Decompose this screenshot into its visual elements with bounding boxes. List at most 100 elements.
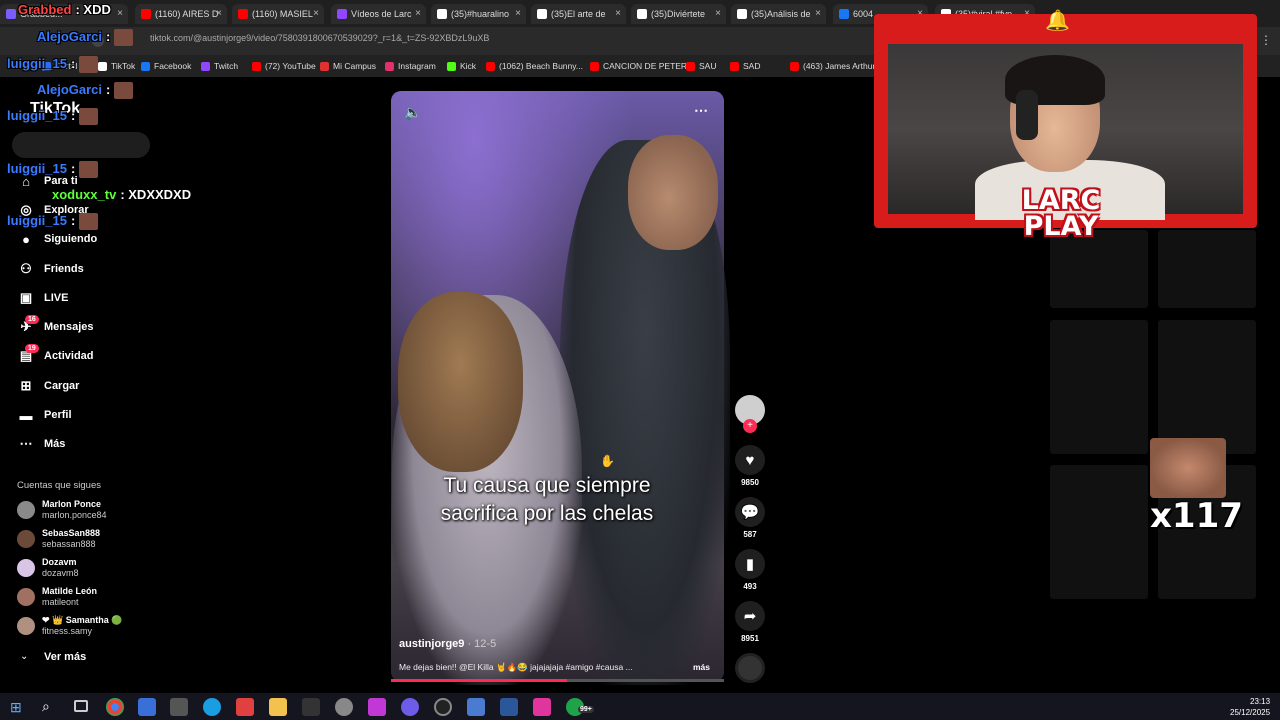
windows-start-icon[interactable]: ⊞: [10, 699, 22, 716]
author-name[interactable]: austinjorge9: [399, 638, 464, 650]
see-more-link[interactable]: Ver más: [44, 651, 86, 663]
sidebar-item-actividad[interactable]: ▤ Actividad 19: [18, 344, 94, 364]
tab-close-icon[interactable]: ×: [715, 8, 721, 19]
avatar[interactable]: [17, 530, 35, 548]
like-action[interactable]: ♥ 9850: [735, 445, 765, 487]
tab-close-icon[interactable]: ×: [815, 8, 821, 19]
bookmark-item[interactable]: SAU: [686, 61, 716, 71]
bookmark-item[interactable]: SAD: [730, 61, 760, 71]
system-clock[interactable]: 23:13 25/12/2025: [1230, 696, 1270, 718]
url-text[interactable]: tiktok.com/@austinjorge9/video/758039180…: [150, 33, 489, 43]
store-icon[interactable]: [138, 698, 156, 716]
chat-username: luiggii_15: [7, 108, 67, 123]
app-icon[interactable]: [335, 698, 353, 716]
word-icon[interactable]: [500, 698, 518, 716]
bookmark-item[interactable]: TikTok: [98, 61, 135, 71]
video-options-icon[interactable]: ⋯: [694, 102, 708, 119]
bookmark-label: Instagram: [398, 61, 436, 71]
app-icon[interactable]: [170, 698, 188, 716]
heart-icon[interactable]: ♥: [735, 445, 765, 475]
bookmark-item[interactable]: Facebook: [141, 61, 191, 71]
task-view-icon[interactable]: [74, 700, 88, 712]
sidebar-item-cargar[interactable]: ⊞ Cargar: [18, 378, 80, 394]
bookmark-item[interactable]: (72) YouTube: [252, 61, 316, 71]
browser-tab[interactable]: (35)Análisis de ×: [731, 4, 826, 24]
following-account[interactable]: SebasSan888 sebassan888: [17, 528, 100, 550]
browser-tab[interactable]: Vídeos de Larc ×: [331, 4, 426, 24]
tab-close-icon[interactable]: ×: [216, 8, 222, 19]
bookmark-item[interactable]: Twitch: [201, 61, 238, 71]
edge-icon[interactable]: [203, 698, 221, 716]
search-icon[interactable]: ⌕: [42, 698, 50, 715]
file-explorer-icon[interactable]: [269, 698, 287, 716]
share-action[interactable]: ➦ 8951: [735, 601, 765, 643]
tab-close-icon[interactable]: ×: [117, 8, 123, 19]
video-thumbnail[interactable]: [1050, 320, 1148, 454]
bookmark-item[interactable]: Mi Campus: [320, 61, 376, 71]
search-input[interactable]: [12, 132, 150, 158]
avatar[interactable]: [17, 617, 35, 635]
chat-emote-icon: [79, 161, 99, 179]
bookmark-favicon-icon: [201, 61, 210, 71]
share-icon[interactable]: ➦: [735, 601, 765, 631]
video-thumbnail[interactable]: [1050, 465, 1148, 599]
follow-plus-icon[interactable]: +: [743, 419, 757, 433]
following-account[interactable]: ❤ 👑 Samantha 🟢 fitness.samy: [17, 615, 122, 637]
following-account[interactable]: Marlon Ponce marlon.ponce84: [17, 499, 107, 521]
comment-icon[interactable]: 💬: [735, 497, 765, 527]
app-icon[interactable]: [368, 698, 386, 716]
music-disc-icon[interactable]: [735, 653, 765, 683]
avatar[interactable]: [17, 501, 35, 519]
chrome-icon[interactable]: [106, 698, 124, 716]
sidebar-item-mensajes[interactable]: ✈ Mensajes 16: [18, 315, 94, 335]
comment-action[interactable]: 💬 587: [735, 497, 765, 539]
tab-favicon-icon: [537, 9, 547, 19]
volume-icon[interactable]: 🔈: [404, 104, 421, 121]
bookmark-label: SAU: [699, 61, 717, 71]
like-count: 9850: [741, 478, 759, 487]
app-icon[interactable]: [533, 698, 551, 716]
browser-tab[interactable]: (1160) AIRES D ×: [135, 4, 227, 24]
chevron-down-icon[interactable]: ⌄: [20, 651, 28, 662]
app-icon[interactable]: [236, 698, 254, 716]
sidebar-item-perfil[interactable]: ▬ Perfil: [18, 407, 72, 423]
app-icon[interactable]: [302, 698, 320, 716]
sidebar-item-live[interactable]: ▣ LIVE: [18, 290, 69, 306]
bookmark-item[interactable]: CANCION DE PETER: [590, 61, 687, 71]
browser-tab[interactable]: (1160) MASIEL ×: [232, 4, 324, 24]
following-account[interactable]: Matilde León matileont: [17, 586, 97, 608]
avatar[interactable]: [17, 559, 35, 577]
avatar[interactable]: [17, 588, 35, 606]
bookmark-item[interactable]: Kick: [447, 61, 476, 71]
tab-close-icon[interactable]: ×: [515, 8, 521, 19]
tab-close-icon[interactable]: ×: [415, 8, 421, 19]
bookmark-icon[interactable]: ▮: [735, 549, 765, 579]
browser-tab[interactable]: (35)Diviértete ×: [631, 4, 726, 24]
discord-icon[interactable]: [401, 698, 419, 716]
bookmark-item[interactable]: (463) James Arthur -...: [790, 61, 888, 71]
following-account[interactable]: Dozavm dozavm8: [17, 557, 79, 579]
save-action[interactable]: ▮ 493: [735, 549, 765, 591]
creator-avatar-button[interactable]: +: [735, 395, 765, 433]
video-caption-overlay: Tu causa que siempre sacrifica por las c…: [391, 472, 703, 528]
obs-icon[interactable]: [434, 698, 452, 716]
tab-close-icon[interactable]: ×: [313, 8, 319, 19]
sidebar-item-label: Perfil: [44, 409, 72, 421]
browser-tab[interactable]: (35)#huaralino ×: [431, 4, 526, 24]
bookmark-item[interactable]: (1062) Beach Bunny...: [486, 61, 583, 71]
video-thumbnail[interactable]: [1158, 230, 1256, 308]
description-more-link[interactable]: más: [693, 662, 710, 672]
sidebar-item-m-s[interactable]: ⋯ Más: [18, 436, 66, 452]
channel-logo: LARC PLAY: [1005, 187, 1117, 240]
music-disc-button[interactable]: [735, 653, 765, 683]
sidebar-item-friends[interactable]: ⚇ Friends: [18, 261, 84, 277]
tab-close-icon[interactable]: ×: [615, 8, 621, 19]
sidebar-item-siguiendo[interactable]: ● Siguiendo: [18, 231, 97, 247]
video-author[interactable]: austinjorge9 · 12-5: [399, 638, 496, 650]
video-thumbnail[interactable]: [1158, 320, 1256, 454]
bookmark-item[interactable]: Instagram: [385, 61, 436, 71]
notification-badge: 99+: [578, 706, 594, 713]
browser-tab[interactable]: (35)El arte de ×: [531, 4, 626, 24]
calculator-icon[interactable]: [467, 698, 485, 716]
browser-menu-icon[interactable]: ⋮: [1260, 33, 1272, 47]
